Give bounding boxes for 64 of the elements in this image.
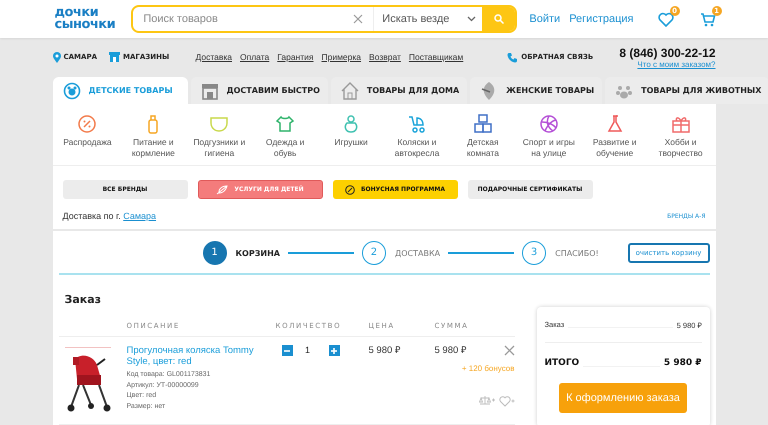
category-link[interactable]: Хобби и творчество [650, 137, 712, 159]
category-link[interactable]: Подгузники и гигиена [188, 137, 250, 159]
phone-number: 8 (846) 300-22-12 [619, 46, 716, 60]
store-icon [109, 52, 120, 62]
category-link[interactable]: Игрушки [334, 137, 368, 148]
category-tab[interactable]: ТОВАРЫ ДЛЯ ДОМА [330, 77, 468, 104]
register-link[interactable]: Регистрация [569, 13, 634, 25]
chevron-down-icon [467, 16, 476, 22]
category-tab[interactable]: ДОСТАВИМ БЫСТРО [190, 77, 328, 104]
phone-icon [507, 52, 518, 62]
quantity-value: 1 [304, 345, 311, 356]
nav-link[interactable]: Гарантия [277, 52, 314, 62]
house-icon [340, 82, 359, 100]
bonus-text: + 120 бонусов [460, 364, 514, 373]
total-label: ИТОГО [544, 358, 580, 368]
step-number: 3 [522, 241, 546, 265]
nav-link[interactable]: Поставщикам [408, 52, 464, 62]
clear-icon [353, 14, 364, 24]
scales-icon [478, 395, 494, 405]
delivery-text: Доставка по г. Самара [62, 211, 156, 221]
search-button[interactable] [482, 7, 516, 31]
nav-link[interactable]: Оплата [240, 52, 270, 62]
store-icon [200, 82, 218, 100]
total-value: 5 980 ₽ [664, 358, 702, 368]
category-link[interactable]: Детская комната [452, 137, 514, 159]
category-tab[interactable]: ТОВАРЫ ДЛЯ ЖИВОТНЫХ [605, 77, 768, 104]
category-link[interactable]: Питание и кормление [122, 137, 184, 159]
sum-cell: 5 980 ₽ [434, 345, 467, 356]
category-tab[interactable]: ЖЕНСКИЕ ТОВАРЫ [470, 77, 602, 104]
section-title: Заказ [64, 293, 102, 308]
nav-link[interactable]: Возврат [369, 52, 401, 62]
search-icon [494, 14, 504, 24]
feather-icon [216, 184, 228, 194]
search-bar[interactable]: Поиск товаров Искать везде [131, 5, 518, 33]
step-number: 2 [362, 241, 386, 265]
close-icon [504, 345, 514, 356]
remove-button[interactable] [504, 345, 514, 356]
category-link[interactable]: Коляски и автокресла [386, 137, 448, 159]
logo[interactable]: дочки сыночки [54, 7, 116, 31]
category-link[interactable]: Одежда и обувь [254, 137, 316, 159]
city-link[interactable]: Самара [123, 211, 156, 221]
bear-face-icon [62, 82, 80, 100]
scope-label: Искать везде [382, 13, 450, 25]
plus-button[interactable] [328, 345, 340, 356]
minus-button[interactable] [282, 345, 292, 356]
nav-link[interactable]: Доставка [195, 52, 232, 62]
plus-icon [330, 346, 338, 354]
compare-button[interactable] [478, 395, 494, 407]
nav-link[interactable]: Примерка [322, 52, 362, 62]
step-label: СПАСИБО! [555, 248, 599, 258]
heart-plus-icon [498, 395, 514, 407]
category-link[interactable]: Спорт и игры на улице [518, 137, 580, 159]
category-link[interactable]: Распродажа [63, 137, 112, 148]
step-number: 1 [202, 241, 226, 265]
category-link[interactable]: Развитие и обучение [584, 137, 646, 159]
login-link[interactable]: Войти [529, 13, 560, 25]
step-label: ДОСТАВКА [394, 248, 440, 258]
step-label: КОРЗИНА [236, 248, 280, 258]
heart-icon [658, 12, 674, 26]
location-pin-icon [52, 52, 60, 62]
favorite-button[interactable] [498, 395, 514, 407]
cart-icon [700, 12, 716, 26]
price-cell-text: 5 980 ₽ [368, 345, 402, 358]
percent-circle-icon [344, 184, 355, 194]
